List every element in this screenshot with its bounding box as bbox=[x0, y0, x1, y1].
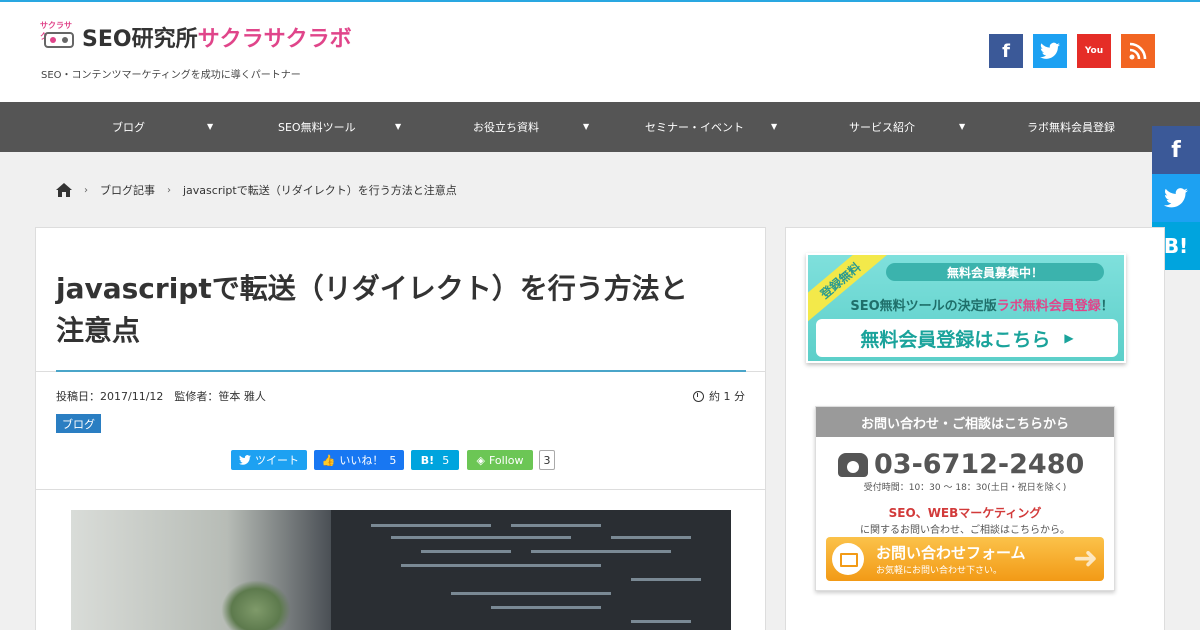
tweet-label: ツイート bbox=[255, 454, 299, 467]
logo-mark-icon: サクラサク bbox=[40, 20, 78, 54]
clock-icon bbox=[693, 390, 704, 402]
feedly-follow-button[interactable]: ◈ Follow bbox=[467, 450, 533, 470]
phone-icon bbox=[838, 452, 868, 477]
logo-text-sakura: サクラサクラボ bbox=[197, 27, 352, 52]
plant-decoration bbox=[221, 580, 291, 630]
tweet-button[interactable]: ツイート bbox=[231, 450, 307, 470]
banner-headline-a: SEO無料ツールの決定版 bbox=[850, 299, 997, 314]
article-meta: 投稿日：2017/11/12 監修者：笹本 雅人 bbox=[56, 390, 266, 403]
facebook-like-button[interactable]: 👍 いいね！ 5 bbox=[314, 450, 404, 470]
contact-form-button[interactable]: お問い合わせフォーム お気軽にお問い合わせ下さい。 ➜ bbox=[826, 537, 1104, 581]
mail-icon bbox=[832, 543, 864, 575]
youtube-icon: You bbox=[1084, 46, 1104, 56]
twitter-icon bbox=[239, 455, 251, 465]
article-title: javascriptで転送（リダイレクト）を行う方法と 注意点 bbox=[56, 268, 746, 352]
twitter-icon bbox=[1040, 42, 1060, 59]
read-time-text: 約 1 分 bbox=[709, 390, 745, 403]
chevron-down-icon: ▼ bbox=[583, 122, 590, 131]
breadcrumb: › ブログ記事 › javascriptで転送（リダイレクト）を行う方法と注意点 bbox=[56, 182, 457, 198]
hatena-icon: B! bbox=[420, 453, 435, 467]
divider bbox=[36, 489, 765, 490]
chevron-down-icon: ▼ bbox=[207, 122, 214, 131]
nav-item-seminars[interactable]: セミナー・イベント bbox=[645, 102, 744, 152]
arrow-right-icon: ➜ bbox=[1072, 541, 1098, 576]
contact-hours: 受付時間：10：30 〜 18：30(土日・祝日を除く) bbox=[863, 483, 1067, 493]
side-twitter-share[interactable] bbox=[1152, 174, 1200, 222]
like-count: 5 bbox=[389, 453, 397, 467]
nav-item-seo-tools[interactable]: SEO無料ツール bbox=[278, 102, 356, 152]
contact-banner-header: お問い合わせ・ご相談はこちらから bbox=[816, 407, 1114, 437]
chevron-down-icon: ▼ bbox=[771, 122, 778, 131]
header-youtube-button[interactable]: You bbox=[1077, 34, 1111, 68]
home-icon[interactable] bbox=[56, 183, 72, 197]
free-registration-button[interactable]: 無料会員登録はこちら ▶ bbox=[816, 319, 1118, 357]
read-time: 約 1 分 bbox=[693, 388, 745, 404]
contact-subtext: に関するお問い合わせ、ご相談はこちらから。 bbox=[860, 525, 1070, 536]
facebook-icon: f bbox=[1171, 137, 1181, 163]
breadcrumb-separator: › bbox=[84, 184, 88, 196]
category-badge[interactable]: ブログ bbox=[56, 414, 101, 433]
site-tagline: SEO・コンテンツマーケティングを成功に導くパートナー bbox=[41, 70, 301, 81]
site-header: サクラサク SEO研究所 サクラサクラボ SEO・コンテンツマーケティングを成功… bbox=[0, 2, 1200, 102]
banner-headline-pink: ラボ無料会員登録 bbox=[996, 299, 1101, 314]
contact-form-label: お問い合わせフォーム bbox=[876, 544, 1026, 562]
article-hero-image bbox=[71, 510, 731, 630]
banner-headline-b: ！ bbox=[1100, 299, 1114, 314]
nav-item-blog[interactable]: ブログ bbox=[112, 102, 145, 152]
phone-number: 03-6712-2480 bbox=[874, 449, 1085, 480]
like-label: いいね！ bbox=[339, 454, 384, 467]
rss-icon bbox=[1129, 42, 1147, 60]
header-rss-button[interactable] bbox=[1121, 34, 1155, 68]
chevron-down-icon: ▼ bbox=[395, 122, 402, 131]
nav-item-services[interactable]: サービス紹介 bbox=[849, 102, 915, 152]
twitter-icon bbox=[1164, 188, 1188, 208]
follow-label: Follow bbox=[488, 453, 524, 467]
facebook-icon: f bbox=[1002, 40, 1010, 62]
breadcrumb-item-blog[interactable]: ブログ記事 bbox=[100, 182, 155, 198]
article-title-line2: 注意点 bbox=[56, 314, 141, 347]
global-nav: ブログ ▼ SEO無料ツール ▼ お役立ち資料 ▼ セミナー・イベント ▼ サー… bbox=[0, 102, 1200, 152]
hatena-count: 5 bbox=[442, 453, 450, 467]
contact-banner: お問い合わせ・ご相談はこちらから 03-6712-2480 受付時間：10：30… bbox=[815, 406, 1115, 591]
contact-phone[interactable]: 03-6712-2480 bbox=[838, 449, 1084, 480]
feedly-icon: ◈ bbox=[476, 453, 485, 467]
follow-count: 3 bbox=[539, 450, 555, 470]
logo-text-seo: SEO研究所 bbox=[82, 27, 198, 52]
chevron-down-icon: ▼ bbox=[959, 122, 966, 131]
free-registration-label: 無料会員登録はこちら bbox=[860, 328, 1051, 351]
hatena-bookmark-button[interactable]: B! 5 bbox=[411, 450, 459, 470]
contact-topic: SEO、WEBマーケティング bbox=[888, 506, 1042, 520]
breadcrumb-separator: › bbox=[167, 184, 171, 196]
nav-item-resources[interactable]: お役立ち資料 bbox=[473, 102, 539, 152]
banner-headline: SEO無料ツールの決定版ラボ無料会員登録！ bbox=[842, 295, 1122, 314]
title-underline bbox=[56, 370, 746, 372]
article-card: javascriptで転送（リダイレクト）を行う方法と 注意点 投稿日：2017… bbox=[35, 227, 766, 630]
contact-form-sublabel: お気軽にお問い合わせ下さい。 bbox=[876, 566, 1003, 576]
arrow-right-icon: ▶ bbox=[1064, 331, 1074, 345]
thumbs-up-icon: 👍 bbox=[321, 453, 336, 467]
hatena-icon: B! bbox=[1163, 234, 1189, 258]
banner-pill: 無料会員募集中！ bbox=[886, 263, 1104, 281]
article-title-line1: javascriptで転送（リダイレクト）を行う方法と bbox=[56, 272, 688, 305]
header-facebook-button[interactable]: f bbox=[989, 34, 1023, 68]
free-membership-banner[interactable]: 登録無料 無料会員募集中！ SEO無料ツールの決定版ラボ無料会員登録！ 無料会員… bbox=[806, 253, 1126, 363]
sidebar: 登録無料 無料会員募集中！ SEO無料ツールの決定版ラボ無料会員登録！ 無料会員… bbox=[785, 227, 1165, 630]
side-facebook-share[interactable]: f bbox=[1152, 126, 1200, 174]
site-logo[interactable]: サクラサク SEO研究所 サクラサクラボ bbox=[40, 20, 352, 54]
header-twitter-button[interactable] bbox=[1033, 34, 1067, 68]
breadcrumb-item-current: javascriptで転送（リダイレクト）を行う方法と注意点 bbox=[183, 184, 457, 197]
banner-ribbon: 登録無料 bbox=[808, 255, 894, 327]
nav-item-free-registration[interactable]: ラボ無料会員登録 bbox=[1027, 102, 1115, 152]
